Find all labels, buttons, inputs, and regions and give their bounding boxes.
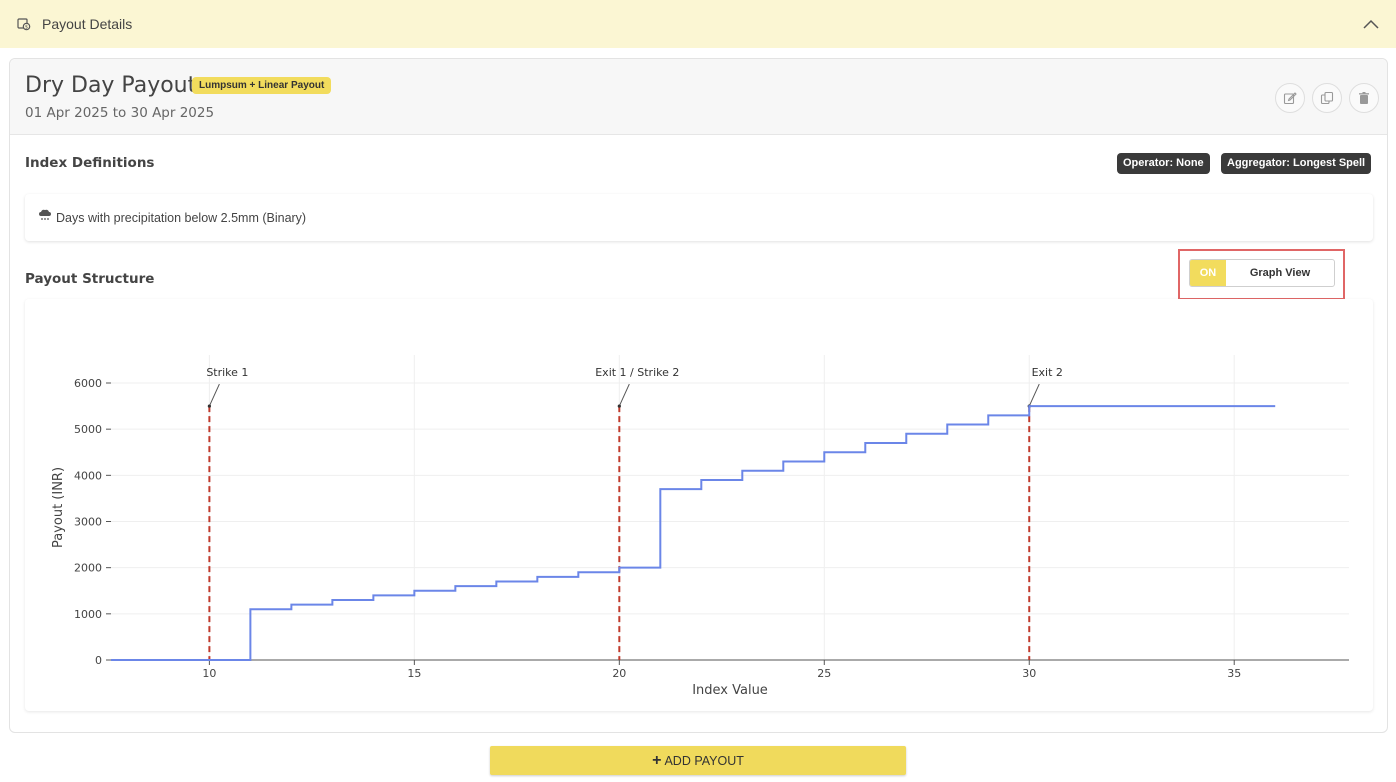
vertical-marker-label: Strike 1	[206, 366, 248, 379]
annotation-pointer	[208, 383, 220, 407]
y-tick-label: 3000	[74, 516, 102, 529]
y-tick-label: 5000	[74, 423, 102, 436]
y-tick-label: 0	[95, 654, 102, 667]
payout-type-badge: Lumpsum + Linear Payout	[192, 77, 332, 94]
annotation-pointer	[618, 383, 630, 407]
payout-series-line	[111, 405, 1276, 661]
y-tick-label: 1000	[74, 608, 102, 621]
duplicate-button[interactable]	[1312, 83, 1342, 113]
payout-details-header[interactable]: $ Payout Details	[0, 0, 1396, 48]
x-tick-label: 15	[407, 667, 421, 680]
y-tick-label: 2000	[74, 562, 102, 575]
operator-badge: Operator: None	[1117, 153, 1210, 174]
add-payout-label: ADD PAYOUT	[664, 753, 744, 768]
y-tick-label: 6000	[74, 377, 102, 390]
copy-icon	[1320, 91, 1334, 105]
x-axis-label: Index Value	[692, 683, 768, 698]
card-header: Dry Day Payout Lumpsum + Linear Payout 0…	[10, 59, 1387, 135]
x-tick-label: 25	[817, 667, 831, 680]
svg-text:$: $	[25, 24, 28, 30]
delete-button[interactable]	[1349, 83, 1379, 113]
graph-view-toggle[interactable]: ON Graph View	[1189, 259, 1335, 287]
payout-structure-title: Payout Structure	[25, 271, 155, 287]
toggle-on-state: ON	[1190, 260, 1226, 286]
x-tick-label: 10	[202, 667, 216, 680]
annotation-dot	[207, 404, 211, 408]
edit-button[interactable]	[1275, 83, 1305, 113]
toggle-label: Graph View	[1249, 267, 1311, 279]
vertical-marker-label: Exit 2	[1032, 366, 1063, 379]
x-tick-label: 30	[1022, 667, 1036, 680]
payout-card: Dry Day Payout Lumpsum + Linear Payout 0…	[9, 58, 1388, 733]
plus-icon: +	[652, 751, 662, 769]
rain-cloud-icon	[38, 208, 52, 227]
money-document-icon: $	[16, 16, 32, 32]
annotation-pointer	[1028, 383, 1040, 407]
trash-icon	[1359, 92, 1369, 104]
payout-chart: 10 15 20 25 30 35 0 1000 2000 3000 4000 5000 6000 Ind…	[51, 355, 1349, 698]
payout-title: Dry Day Payout	[25, 73, 197, 98]
x-tick-label: 20	[612, 667, 626, 680]
index-definition-text: Days with precipitation below 2.5mm (Bin…	[56, 210, 307, 225]
index-definitions-title: Index Definitions	[25, 155, 155, 171]
chart-container: 10 15 20 25 30 35 0 1000 2000 3000 4000 5000 6000 Ind…	[25, 299, 1373, 711]
y-tick-label: 4000	[74, 469, 102, 482]
payout-dates: 01 Apr 2025 to 30 Apr 2025	[25, 105, 215, 121]
x-tick-label: 35	[1227, 667, 1241, 680]
annotation-dot	[617, 404, 621, 408]
section-title: Payout Details	[42, 16, 133, 32]
index-definition-item: Days with precipitation below 2.5mm (Bin…	[25, 194, 1373, 241]
add-payout-button[interactable]: + ADD PAYOUT	[490, 746, 906, 775]
aggregator-badge: Aggregator: Longest Spell	[1221, 153, 1372, 174]
vertical-marker-label: Exit 1 / Strike 2	[595, 366, 679, 379]
edit-icon	[1283, 92, 1297, 105]
chevron-up-icon[interactable]	[1362, 15, 1380, 33]
y-axis-label: Payout (INR)	[51, 467, 66, 548]
